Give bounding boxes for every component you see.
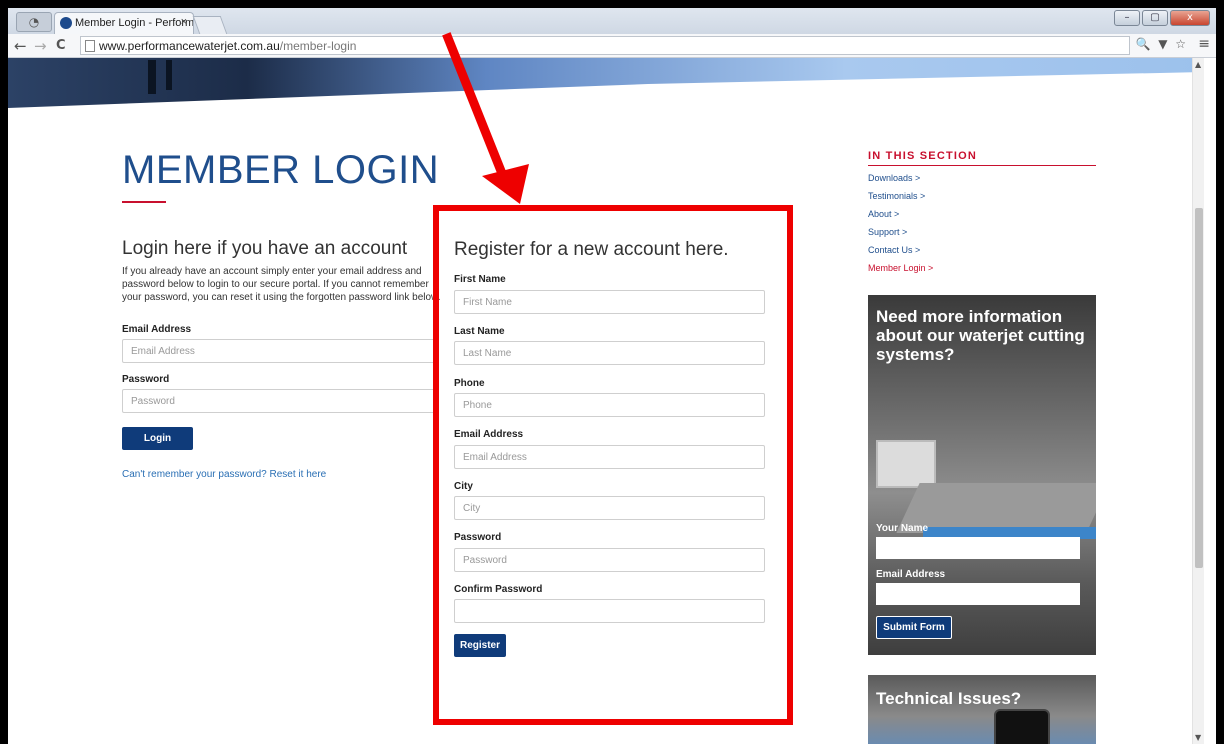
new-tab-button[interactable]: [192, 16, 228, 34]
hero-banner: [8, 58, 1204, 108]
close-window-button[interactable]: x: [1170, 10, 1210, 26]
login-button[interactable]: Login: [122, 427, 193, 450]
scroll-up-icon[interactable]: ▲: [1195, 60, 1201, 69]
register-highlight-box: [433, 205, 793, 725]
back-icon[interactable]: ←: [14, 37, 27, 55]
promo-heading: Need more information about our waterjet…: [876, 307, 1085, 364]
browser-toolbar: ← → C www.performancewaterjet.com.au/mem…: [8, 34, 1216, 58]
maximize-button[interactable]: ▢: [1142, 10, 1168, 26]
waterjet-machine-image: [876, 440, 936, 488]
login-password-input[interactable]: [122, 389, 438, 413]
url-domain: www.performancewaterjet.com.au: [99, 39, 280, 53]
enquiry-promo-panel: Need more information about our waterjet…: [868, 295, 1096, 655]
promo-email-label: Email Address: [876, 569, 946, 580]
sidebar-link-contact-us[interactable]: Contact Us >: [868, 245, 920, 255]
promo-email-input[interactable]: [876, 583, 1080, 605]
sidebar-link-downloads[interactable]: Downloads >: [868, 173, 920, 183]
reload-icon[interactable]: C: [56, 38, 66, 53]
technical-issues-heading: Technical Issues?: [876, 689, 1022, 708]
forgot-password-link[interactable]: Can't remember your password? Reset it h…: [122, 469, 326, 480]
page-icon: [85, 40, 95, 52]
window-controls: – ▢ x: [1114, 10, 1210, 26]
forward-icon[interactable]: →: [34, 37, 47, 55]
url-path: /member-login: [279, 39, 357, 53]
tab-strip: ◔ Member Login - Performa × – ▢ x: [8, 8, 1216, 34]
browser-user-icon[interactable]: ◔: [16, 12, 52, 32]
zoom-and-bookmark-icons[interactable]: 🔍 ▼ ☆: [1135, 37, 1188, 51]
login-password-label: Password: [122, 374, 170, 385]
technical-issues-panel[interactable]: Technical Issues?: [868, 675, 1096, 744]
login-heading: Login here if you have an account: [122, 238, 408, 259]
title-divider: [122, 201, 166, 203]
page-title: MEMBER LOGIN: [122, 148, 440, 192]
promo-name-input[interactable]: [876, 537, 1080, 559]
page-scrollbar[interactable]: ▲ ▼: [1192, 58, 1204, 744]
section-divider: [868, 165, 1096, 166]
browser-window: ◔ Member Login - Performa × – ▢ x ← → C …: [8, 8, 1216, 744]
address-bar[interactable]: www.performancewaterjet.com.au/member-lo…: [80, 36, 1130, 55]
tab-title: Member Login - Performa: [75, 17, 194, 29]
login-description: If you already have an account simply en…: [122, 266, 441, 303]
browser-tab[interactable]: Member Login - Performa ×: [54, 12, 194, 34]
submit-form-button[interactable]: Submit Form: [876, 616, 952, 639]
tab-close-icon[interactable]: ×: [181, 16, 187, 28]
sidebar-link-testimonials[interactable]: Testimonials >: [868, 191, 925, 201]
scroll-thumb[interactable]: [1195, 208, 1203, 568]
promo-name-label: Your Name: [876, 523, 929, 534]
sidebar-link-support[interactable]: Support >: [868, 227, 907, 237]
favicon-icon: [60, 17, 72, 29]
sidebar-link-about[interactable]: About >: [868, 209, 899, 219]
web-page: ▲ ▼ MEMBER LOGIN Login here if you have …: [8, 58, 1204, 744]
login-email-input[interactable]: [122, 339, 438, 363]
section-heading: IN THIS SECTION: [868, 150, 978, 162]
sidebar-link-member-login[interactable]: Member Login >: [868, 263, 933, 273]
phone-image: [994, 709, 1050, 744]
minimize-button[interactable]: –: [1114, 10, 1140, 26]
scroll-down-icon[interactable]: ▼: [1195, 733, 1201, 742]
menu-icon[interactable]: ≡: [1198, 36, 1210, 52]
login-email-label: Email Address: [122, 324, 192, 335]
